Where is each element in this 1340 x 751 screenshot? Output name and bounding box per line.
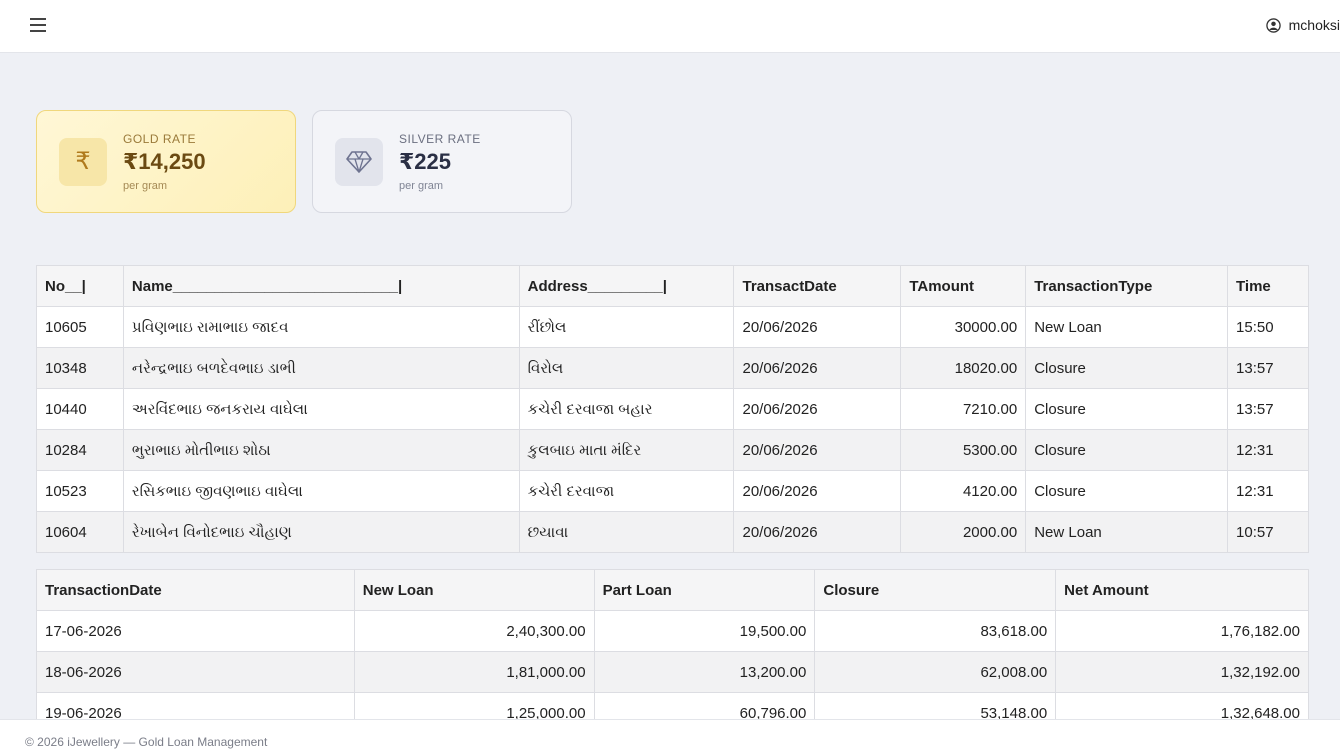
cell-date: 20/06/2026 bbox=[733, 347, 902, 389]
rate-cards: ₹ GOLD RATE ₹14,250 per gram SILVER RATE… bbox=[36, 110, 572, 213]
table-row[interactable]: 10605 પ્રવિણભાઇ રામાભાઇ જાદવ રીંછોલ 20/0… bbox=[36, 306, 1309, 348]
gold-rate-card: ₹ GOLD RATE ₹14,250 per gram bbox=[36, 110, 296, 213]
col-header-time[interactable]: Time bbox=[1227, 265, 1309, 307]
cell-address: કચેરી દરવાજા bbox=[518, 470, 735, 512]
silver-rate-unit: per gram bbox=[399, 179, 444, 192]
table-row[interactable]: 10604 રેખાબેન વિનોદભાઇ ચૌહાણ છયાવા 20/06… bbox=[36, 511, 1309, 553]
footer: © 2026 iJewellery — Gold Loan Management bbox=[0, 719, 1340, 751]
cell-name: નરેન્દ્રભાઇ બળદેવભાઇ ડાભી bbox=[122, 347, 520, 389]
cell-net-amount: 1,32,192.00 bbox=[1055, 651, 1309, 693]
col-header-closure[interactable]: Closure bbox=[814, 569, 1057, 611]
cell-closure: 83,618.00 bbox=[814, 610, 1057, 652]
cell-type: New Loan bbox=[1025, 511, 1229, 553]
cell-no: 10604 bbox=[36, 511, 124, 553]
cell-no: 10284 bbox=[36, 429, 124, 471]
table-row[interactable]: 10440 અરવિંદભાઇ જનકરાય વાઘેલા કચેરી દરવા… bbox=[36, 388, 1309, 430]
cell-date: 18-06-2026 bbox=[36, 651, 355, 693]
cell-type: New Loan bbox=[1025, 306, 1229, 348]
cell-closure: 62,008.00 bbox=[814, 651, 1057, 693]
table-row[interactable]: 10284 ભુરાભાઇ મોતીભાઇ શોઠા કુલબાઇ માતા મ… bbox=[36, 429, 1309, 471]
cell-type: Closure bbox=[1025, 388, 1229, 430]
col-header-transaction-type[interactable]: TransactionType bbox=[1025, 265, 1229, 307]
cell-date: 20/06/2026 bbox=[733, 306, 902, 348]
cell-address: કચેરી દરવાજા બહાર bbox=[518, 388, 735, 430]
cell-date: 20/06/2026 bbox=[733, 429, 902, 471]
rupee-icon: ₹ bbox=[59, 137, 107, 186]
table-header-row: No__| Name___________________________| A… bbox=[36, 265, 1309, 307]
cell-part-loan: 19,500.00 bbox=[593, 610, 816, 652]
cell-time: 13:57 bbox=[1227, 388, 1309, 430]
daily-summary-table: TransactionDate New Loan Part Loan Closu… bbox=[36, 569, 1309, 734]
table-row[interactable]: 10523 રસિકભાઇ જીવણભાઇ વાઘેલા કચેરી દરવાજ… bbox=[36, 470, 1309, 512]
col-header-part-loan[interactable]: Part Loan bbox=[593, 569, 816, 611]
cell-time: 12:31 bbox=[1227, 429, 1309, 471]
footer-text: © 2026 iJewellery — Gold Loan Management bbox=[25, 735, 268, 749]
gold-rate-label: GOLD RATE bbox=[123, 131, 196, 146]
cell-type: Closure bbox=[1025, 470, 1229, 512]
col-header-no[interactable]: No__| bbox=[36, 265, 124, 307]
table-row[interactable]: 10348 નરેન્દ્રભાઇ બળદેવભાઇ ડાભી વિરોલ 20… bbox=[36, 347, 1309, 389]
cell-no: 10523 bbox=[36, 470, 124, 512]
cell-amount: 30000.00 bbox=[900, 306, 1027, 348]
col-header-name[interactable]: Name___________________________| bbox=[122, 265, 520, 307]
cell-net-amount: 1,76,182.00 bbox=[1055, 610, 1309, 652]
cell-time: 15:50 bbox=[1227, 306, 1309, 348]
cell-amount: 18020.00 bbox=[900, 347, 1027, 389]
silver-rate-label: SILVER RATE bbox=[399, 131, 481, 146]
user-menu[interactable]: mchoksi bbox=[1265, 17, 1340, 33]
cell-name: રેખાબેન વિનોદભાઇ ચૌહાણ bbox=[122, 511, 520, 553]
silver-rate-card: SILVER RATE ₹225 per gram bbox=[312, 110, 572, 213]
cell-date: 20/06/2026 bbox=[733, 388, 902, 430]
cell-name: રસિકભાઇ જીવણભાઇ વાઘેલા bbox=[122, 470, 520, 512]
col-header-transaction-date[interactable]: TransactionDate bbox=[36, 569, 355, 611]
user-circle-icon bbox=[1265, 17, 1281, 33]
hamburger-menu-icon[interactable] bbox=[30, 18, 48, 34]
cell-time: 13:57 bbox=[1227, 347, 1309, 389]
cell-new-loan: 2,40,300.00 bbox=[353, 610, 595, 652]
cell-type: Closure bbox=[1025, 347, 1229, 389]
table-row[interactable]: 17-06-2026 2,40,300.00 19,500.00 83,618.… bbox=[36, 610, 1309, 652]
col-header-transact-date[interactable]: TransactDate bbox=[733, 265, 902, 307]
gold-rate-value: ₹14,250 bbox=[123, 148, 206, 174]
cell-time: 12:31 bbox=[1227, 470, 1309, 512]
cell-amount: 7210.00 bbox=[900, 388, 1027, 430]
transactions-table: No__| Name___________________________| A… bbox=[36, 265, 1309, 553]
cell-date: 17-06-2026 bbox=[36, 610, 355, 652]
cell-amount: 5300.00 bbox=[900, 429, 1027, 471]
cell-date: 20/06/2026 bbox=[733, 470, 902, 512]
cell-address: વિરોલ bbox=[518, 347, 735, 389]
table-header-row: TransactionDate New Loan Part Loan Closu… bbox=[36, 569, 1309, 611]
cell-address: કુલબાઇ માતા મંદિર bbox=[518, 429, 735, 471]
cell-name: ભુરાભાઇ મોતીભાઇ શોઠા bbox=[122, 429, 520, 471]
cell-amount: 4120.00 bbox=[900, 470, 1027, 512]
cell-no: 10605 bbox=[36, 306, 124, 348]
cell-address: છયાવા bbox=[518, 511, 735, 553]
table-row[interactable]: 18-06-2026 1,81,000.00 13,200.00 62,008.… bbox=[36, 651, 1309, 693]
gold-rate-unit: per gram bbox=[123, 179, 168, 192]
cell-part-loan: 13,200.00 bbox=[593, 651, 816, 693]
cell-no: 10348 bbox=[36, 347, 124, 389]
col-header-new-loan[interactable]: New Loan bbox=[353, 569, 595, 611]
cell-date: 20/06/2026 bbox=[733, 511, 902, 553]
silver-rate-value: ₹225 bbox=[399, 148, 452, 174]
cell-new-loan: 1,81,000.00 bbox=[353, 651, 595, 693]
cell-address: રીંછોલ bbox=[518, 306, 735, 348]
cell-amount: 2000.00 bbox=[900, 511, 1027, 553]
cell-name: અરવિંદભાઇ જનકરાય વાઘેલા bbox=[122, 388, 520, 430]
user-name: mchoksi bbox=[1288, 17, 1340, 33]
col-header-net-amount[interactable]: Net Amount bbox=[1055, 569, 1309, 611]
diamond-icon bbox=[335, 137, 383, 186]
cell-time: 10:57 bbox=[1227, 511, 1309, 553]
col-header-tamount[interactable]: TAmount bbox=[900, 265, 1027, 307]
cell-no: 10440 bbox=[36, 388, 124, 430]
cell-type: Closure bbox=[1025, 429, 1229, 471]
cell-name: પ્રવિણભાઇ રામાભાઇ જાદવ bbox=[122, 306, 520, 348]
col-header-address[interactable]: Address_________| bbox=[518, 265, 735, 307]
top-navbar: mchoksi bbox=[0, 0, 1340, 53]
